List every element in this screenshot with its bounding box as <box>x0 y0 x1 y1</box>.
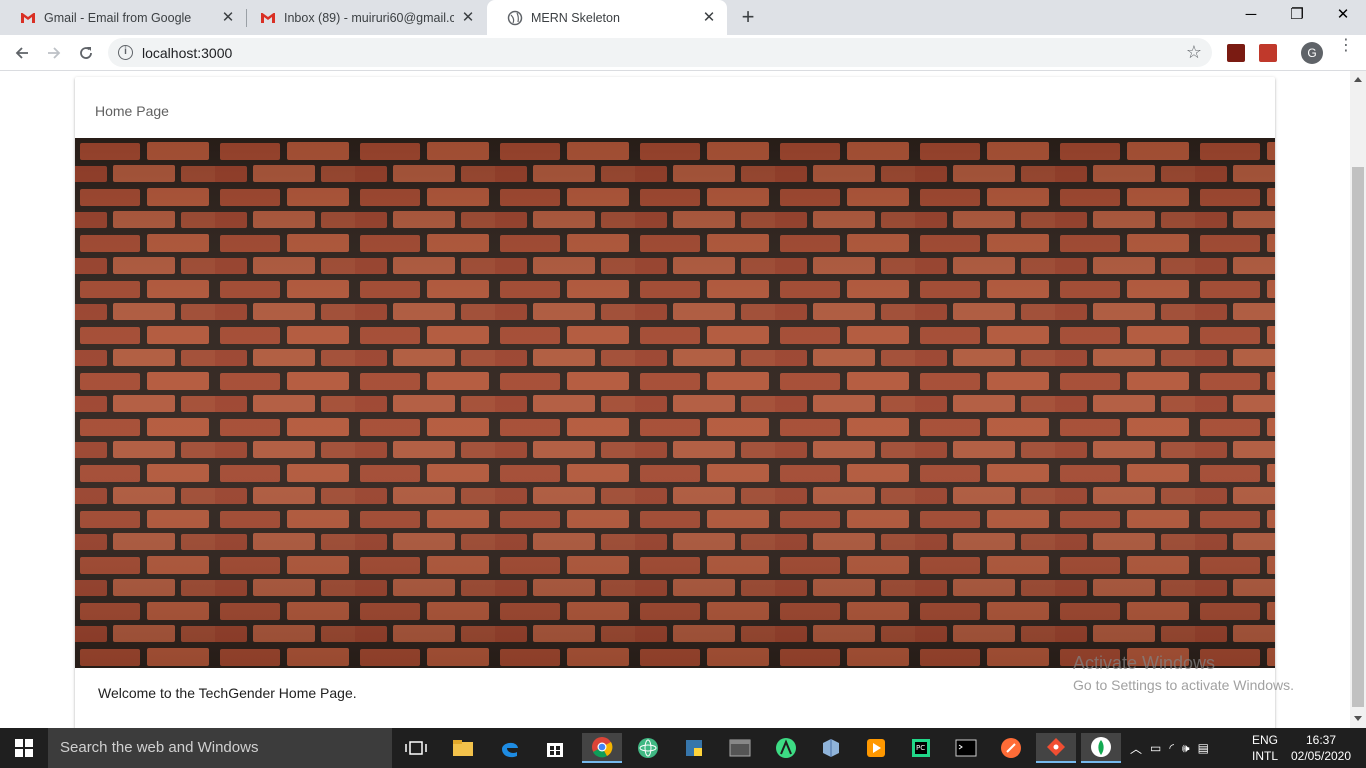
battery-icon[interactable]: ▭ <box>1150 741 1161 755</box>
layout-label: INTL <box>1251 749 1278 763</box>
home-card: Home Page Welcome to the TechGender Home… <box>75 77 1275 728</box>
back-arrow-icon <box>15 47 28 59</box>
pycharm-icon[interactable]: PC <box>901 733 941 763</box>
scrollbar-thumb[interactable] <box>1352 167 1364 707</box>
task-view-icon[interactable] <box>396 733 436 763</box>
window-close-button[interactable]: ✕ <box>1320 0 1366 32</box>
restore-button[interactable]: ❐ <box>1274 0 1320 32</box>
gmail-icon <box>21 12 35 23</box>
mongodb-icon[interactable] <box>1081 733 1121 763</box>
tab-title: Gmail - Email from Google <box>44 10 192 25</box>
cmd-icon[interactable] <box>946 733 986 763</box>
taskbar-search[interactable]: Search the web and Windows <box>48 728 392 768</box>
scroll-up-icon[interactable] <box>1354 77 1362 82</box>
extension-icon[interactable] <box>1259 44 1277 62</box>
python-icon[interactable] <box>674 733 714 763</box>
reload-button[interactable] <box>72 39 100 67</box>
media-player-icon[interactable] <box>856 733 896 763</box>
minimize-button[interactable]: ─ <box>1228 0 1274 32</box>
activate-windows-title: Activate Windows <box>1073 653 1216 673</box>
tab-gmail[interactable]: Gmail - Email from Google ✕ <box>0 0 246 35</box>
language-label: ENG <box>1251 733 1278 747</box>
back-button[interactable] <box>8 39 36 67</box>
input-language[interactable]: ENG INTL <box>1250 728 1280 768</box>
volume-icon[interactable]: 🕪 <box>1182 741 1190 756</box>
card-title: Home Page <box>95 103 169 119</box>
gmail-icon <box>261 12 275 23</box>
windows-logo-icon <box>15 739 33 757</box>
windows-taskbar: Search the web and Windows PC ︿ ▭ ◜ 🕪 ▤ … <box>0 728 1366 768</box>
address-url: localhost:3000 <box>142 45 233 61</box>
pdf-extension-icon[interactable] <box>1227 44 1245 62</box>
address-bar[interactable]: i localhost:3000 ☆ <box>108 38 1212 67</box>
wifi-icon[interactable]: ◜ <box>1169 741 1174 755</box>
info-icon[interactable]: i <box>118 45 133 60</box>
close-tab-icon[interactable]: ✕ <box>220 9 236 26</box>
close-tab-icon[interactable]: ✕ <box>701 9 717 26</box>
forward-button[interactable] <box>40 39 68 67</box>
new-tab-button[interactable]: + <box>736 6 760 30</box>
tab-strip: Gmail - Email from Google ✕ Inbox (89) -… <box>0 0 1366 35</box>
start-button[interactable] <box>0 728 48 768</box>
page-viewport: Home Page Welcome to the TechGender Home… <box>0 71 1350 728</box>
git-icon[interactable] <box>1036 733 1076 763</box>
welcome-text: Welcome to the TechGender Home Page. <box>98 685 357 701</box>
svg-text:PC: PC <box>916 744 925 752</box>
globe-icon <box>507 10 523 25</box>
tab-inbox[interactable]: Inbox (89) - muiruri60@gmail.com ✕ <box>240 0 486 35</box>
scroll-down-icon[interactable] <box>1354 716 1362 721</box>
vertical-scrollbar[interactable] <box>1350 71 1366 728</box>
file-explorer-icon[interactable] <box>443 733 483 763</box>
terminal-window-icon[interactable] <box>720 733 760 763</box>
browser-toolbar: i localhost:3000 ☆ G ⋮ <box>0 35 1366 71</box>
notification-icon[interactable]: ▤ <box>1198 741 1209 755</box>
forward-arrow-icon <box>48 47 61 59</box>
edge-icon[interactable] <box>490 733 530 763</box>
close-tab-icon[interactable]: ✕ <box>460 9 476 26</box>
tab-title: MERN Skeleton <box>531 10 620 25</box>
profile-avatar[interactable]: G <box>1301 42 1323 64</box>
android-studio-icon[interactable] <box>766 733 806 763</box>
clock[interactable]: 16:37 02/05/2020 <box>1288 728 1354 768</box>
clock-date: 02/05/2020 <box>1290 749 1352 763</box>
menu-icon[interactable]: ⋮ <box>1338 38 1354 54</box>
atom-icon[interactable] <box>628 733 668 763</box>
sublime-icon[interactable] <box>991 733 1031 763</box>
chrome-icon[interactable] <box>582 733 622 763</box>
clock-time: 16:37 <box>1305 733 1337 747</box>
chevron-up-icon[interactable]: ︿ <box>1130 740 1142 757</box>
brick-wall-image <box>75 138 1275 668</box>
reload-icon <box>80 47 92 59</box>
store-icon[interactable] <box>535 733 575 763</box>
virtualbox-icon[interactable] <box>811 733 851 763</box>
tab-title: Inbox (89) - muiruri60@gmail.com <box>284 10 454 25</box>
bookmark-star-icon[interactable]: ☆ <box>1186 42 1202 63</box>
tab-mern-skeleton[interactable]: MERN Skeleton ✕ <box>487 0 727 35</box>
activate-windows-subtitle: Go to Settings to activate Windows. <box>1073 677 1294 693</box>
system-tray: ︿ ▭ ◜ 🕪 ▤ <box>1130 728 1209 768</box>
